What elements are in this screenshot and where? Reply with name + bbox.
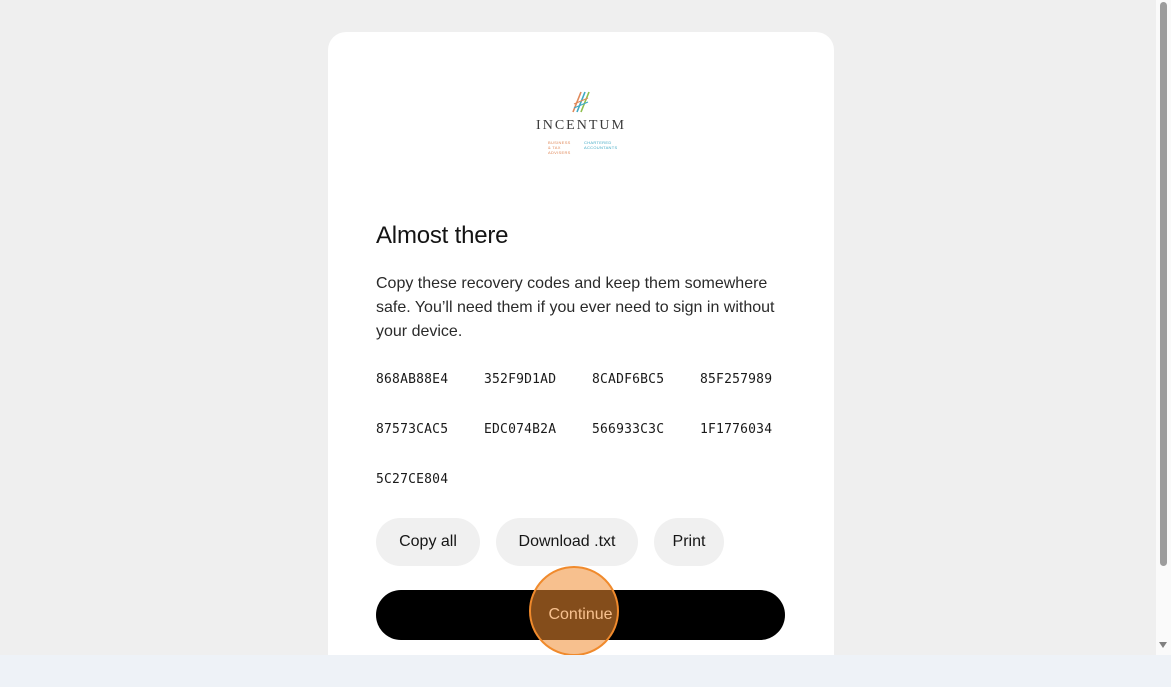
print-button[interactable]: Print [654,518,724,566]
recovery-codes-list: 868AB88E4 352F9D1AD 8CADF6BC5 85F257989 … [376,371,806,489]
recovery-code: 85F257989 [700,372,773,387]
recovery-code: 868AB88E4 [376,372,449,387]
recovery-code: 1F1776034 [700,422,773,437]
browser-viewport: INCENTUM BUSINESS & TAX ADVISERS CHARTER… [0,0,1156,655]
logo-mark-icon [572,91,590,113]
scrollbar-thumb[interactable] [1160,2,1167,566]
logo-wordmark: INCENTUM [536,118,626,133]
vertical-scrollbar[interactable] [1156,0,1171,655]
incentum-logo: INCENTUM BUSINESS & TAX ADVISERS CHARTER… [328,86,834,166]
copy-all-button[interactable]: Copy all [376,518,480,566]
recovery-code: 8CADF6BC5 [592,372,665,387]
download-txt-button[interactable]: Download .txt [496,518,638,566]
recovery-code: EDC074B2A [484,422,557,437]
recovery-code: 566933C3C [592,422,665,437]
page-description: Copy these recovery codes and keep them … [376,275,775,340]
recovery-codes-card: INCENTUM BUSINESS & TAX ADVISERS CHARTER… [328,32,834,655]
page-title: Almost there [376,222,509,249]
continue-button[interactable]: Continue [376,590,785,640]
recovery-code: 5C27CE804 [376,472,449,487]
recovery-code: 352F9D1AD [484,372,557,387]
logo-tagline-left: BUSINESS & TAX ADVISERS [548,140,571,155]
logo-tagline-right: CHARTERED ACCOUNTANTS [584,140,618,150]
scroll-down-arrow-icon[interactable] [1159,642,1167,648]
bottom-bar [0,655,1171,687]
recovery-code: 87573CAC5 [376,422,449,437]
logo-taglines: BUSINESS & TAX ADVISERS CHARTERED ACCOUN… [328,140,834,155]
code-actions: Copy all Download .txt Print [376,518,724,566]
